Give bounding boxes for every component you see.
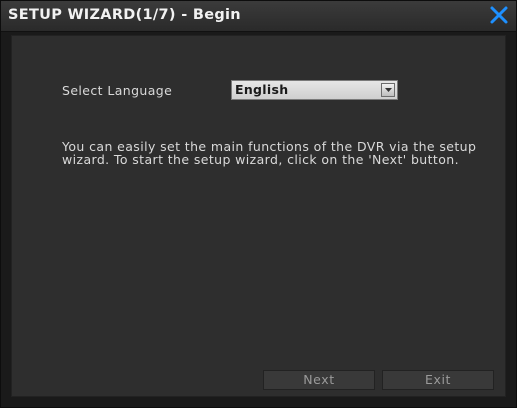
- chevron-down-icon[interactable]: [381, 83, 395, 97]
- setup-wizard-dialog: SETUP WIZARD(1/7) - Begin Select Languag…: [0, 0, 517, 408]
- close-icon[interactable]: [488, 4, 510, 26]
- title-bar: SETUP WIZARD(1/7) - Begin: [1, 1, 516, 32]
- exit-button[interactable]: Exit: [382, 370, 494, 390]
- wizard-description: You can easily set the main functions of…: [62, 139, 477, 167]
- dialog-title: SETUP WIZARD(1/7) - Begin: [8, 7, 241, 23]
- language-select-value: English: [235, 82, 289, 97]
- wizard-content-panel: Select Language English You can easily s…: [11, 35, 506, 397]
- language-select[interactable]: English: [231, 80, 398, 100]
- next-button[interactable]: Next: [263, 370, 375, 390]
- select-language-label: Select Language: [62, 83, 173, 98]
